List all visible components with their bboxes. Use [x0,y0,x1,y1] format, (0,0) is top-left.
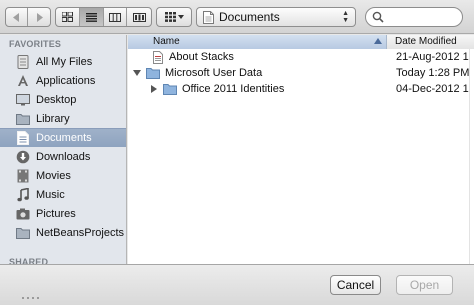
list-item[interactable]: Microsoft User Data Today 1:28 PM [128,65,474,81]
sidebar-item-movies[interactable]: Movies [0,166,126,185]
search-icon [372,11,384,23]
name-column-label: Name [153,36,180,47]
back-button[interactable] [6,8,28,26]
icon-view-icon [61,12,73,22]
sidebar-item-label: Documents [36,132,92,144]
sidebar: FAVORITES All My Files Applications Desk… [0,35,127,264]
list-view-icon [85,12,97,22]
column-view-icon [108,12,121,22]
forward-button[interactable] [28,8,50,26]
sidebar-item-label: Downloads [36,150,91,163]
sidebar-item-music[interactable]: Music [0,185,126,204]
folder-icon [163,82,177,96]
sort-ascending-icon [374,38,382,44]
cover-flow-icon [132,12,146,22]
sidebar-item-downloads[interactable]: Downloads [0,147,126,166]
column-headers: Name Date Modified [128,35,474,49]
folder-icon [16,112,30,126]
file-name: About Stacks [169,51,234,63]
pdf-file-icon [152,50,164,64]
view-mode-buttons [55,7,152,27]
icon-view-button[interactable] [56,8,80,26]
sidebar-item-label: Pictures [36,207,76,220]
sidebar-item-label: Library [36,112,70,125]
arrange-button[interactable] [156,7,192,27]
all-my-files-icon [16,54,30,69]
file-list: Name Date Modified About Stacks 21-Aug-2… [128,35,474,264]
sidebar-item-label: Movies [36,169,71,182]
folder-icon [16,226,30,240]
open-button[interactable]: Open [396,275,453,295]
arrange-grid-icon [164,12,176,22]
shared-heading: SHARED [9,257,49,264]
disclosure-expanded-icon[interactable] [132,68,142,78]
sidebar-item-library[interactable]: Library [0,109,126,128]
date-column-header[interactable]: Date Modified [387,35,474,49]
sidebar-item-label: All My Files [36,55,93,68]
applications-icon [16,74,30,88]
nav-buttons [5,7,51,27]
music-icon [16,187,30,202]
sidebar-item-all-my-files[interactable]: All My Files [0,52,126,71]
documents-icon [16,131,30,145]
list-item[interactable]: About Stacks 21-Aug-2012 1 [128,49,474,65]
file-date: Today 1:28 PM [396,67,470,79]
file-date: 21-Aug-2012 1 [396,51,469,63]
chevron-down-icon [177,15,184,19]
date-column-label: Date Modified [395,36,457,47]
sidebar-item-netbeansprojects[interactable]: NetBeansProjects [0,223,126,242]
movies-icon [16,169,30,183]
file-name: Office 2011 Identities [182,83,285,95]
list-item-name: Office 2011 Identities [128,82,388,96]
cover-flow-button[interactable] [127,8,151,26]
desktop-icon [16,93,30,107]
sidebar-item-desktop[interactable]: Desktop [0,90,126,109]
column-view-button[interactable] [104,8,128,26]
sidebar-item-applications[interactable]: Applications [0,71,126,90]
forward-arrow-icon [37,12,43,22]
sidebar-item-documents[interactable]: Documents [0,128,126,147]
search-field[interactable] [365,7,463,27]
resize-grip-icon[interactable] [22,296,46,300]
list-item[interactable]: Office 2011 Identities 04-Dec-2012 1 [128,81,474,97]
sidebar-item-label: Applications [36,74,96,87]
folder-icon [146,66,160,80]
vertical-scrollbar[interactable] [469,49,474,264]
toolbar: Documents ▲ ▼ [0,0,474,34]
location-label: Documents [219,10,280,24]
list-item-name: About Stacks [128,50,388,64]
file-date: 04-Dec-2012 1 [396,83,469,95]
list-view-button[interactable] [79,8,104,26]
cancel-button[interactable]: Cancel [330,275,381,295]
sidebar-item-label: NetBeansProjects [36,226,125,239]
sidebar-item-label: Desktop [36,93,77,106]
sidebar-item-pictures[interactable]: Pictures [0,204,126,223]
dialog-footer: Cancel Open [0,264,474,305]
sidebar-item-label: Music [36,188,65,201]
name-column-header[interactable]: Name [128,35,387,49]
file-name: Microsoft User Data [165,67,263,79]
favorites-heading: FAVORITES [9,39,62,49]
disclosure-collapsed-icon[interactable] [149,84,159,94]
pictures-icon [16,207,30,221]
document-folder-icon [203,10,214,24]
updown-arrows-icon: ▲ ▼ [342,10,349,24]
downloads-icon [16,150,30,164]
location-popup[interactable]: Documents ▲ ▼ [196,7,356,27]
back-arrow-icon [12,12,19,22]
list-item-name: Microsoft User Data [128,66,388,80]
arrange-control[interactable] [157,8,191,26]
search-input[interactable] [388,11,458,23]
